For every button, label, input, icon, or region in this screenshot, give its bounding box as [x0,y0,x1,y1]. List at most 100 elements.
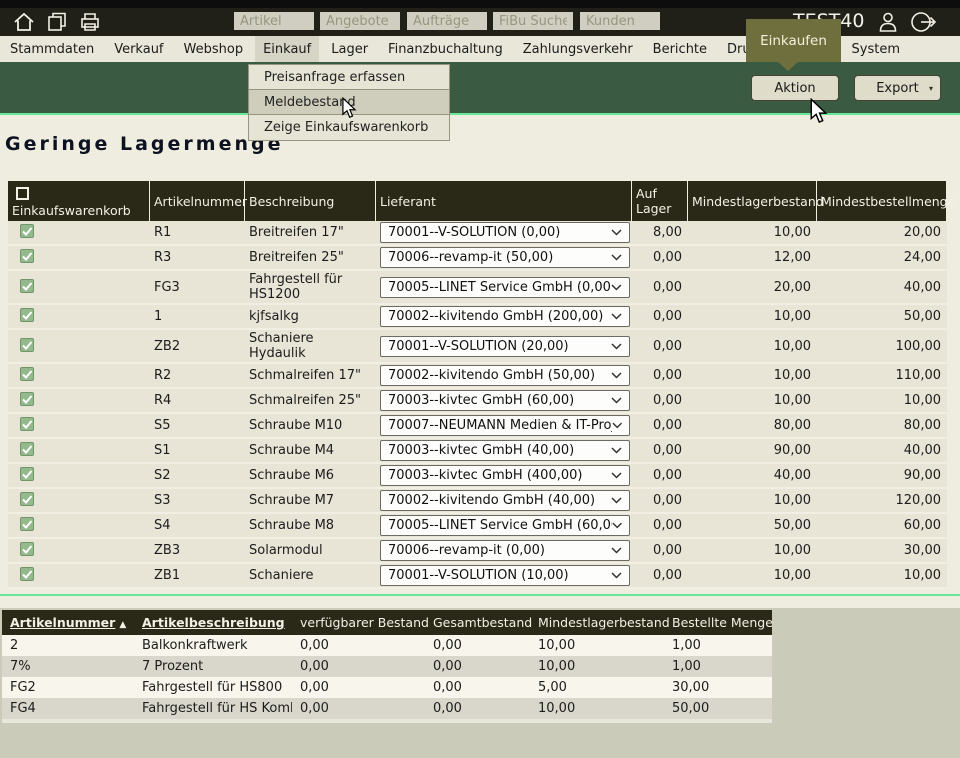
row-checkbox[interactable] [20,308,34,322]
lieferant-select[interactable]: 70005--LINET Service GmbH (0,00) [380,277,630,298]
row-checkbox[interactable] [20,392,34,406]
search-fibu-input[interactable] [493,12,573,30]
lieferant-select[interactable]: 70002--kivitendo GmbH (50,00) [380,365,630,386]
menubar-item[interactable]: Berichte [645,36,715,62]
row-checkbox[interactable] [20,279,34,293]
row-checkbox[interactable] [20,338,34,352]
row-checkbox[interactable] [20,417,34,431]
lieferant-cell: 70007--NEUMANN Medien & IT-Proje [376,414,632,439]
lieferant-cell: 70002--kivitendo GmbH (50,00) [376,364,632,389]
report-header-row: Artikelnummer ▲ Artikelbeschreibung verf… [2,610,772,635]
lieferant-select[interactable]: 70006--revamp-it (50,00) [380,247,630,268]
gesamt-cell: 0,00 [425,635,530,656]
artikelnummer-cell: R1 [150,221,245,246]
gesamt-cell: 0,00 [425,656,530,677]
search-angebote-input[interactable] [320,12,400,30]
report-row: 2 Balkonkraftwerk 0,00 0,00 10,00 1,00 [2,635,772,656]
table-row: S5 Schraube M10 70007--NEUMANN Medien & … [8,414,947,439]
artnr-cell: FG4 [2,698,134,719]
artnr-cell: 7% [2,656,134,677]
menubar-item[interactable]: System [844,36,908,62]
content-bottom-strip [0,596,960,608]
chevron-down-icon: ▾ [929,84,933,93]
auf-lager-cell: 0,00 [632,414,688,439]
mindestlagerbestand-cell: 10,00 [688,364,817,389]
low-stock-table: Einkaufswarenkorb Artikelnummer Beschrei… [8,181,947,589]
search-auftraege-input[interactable] [407,12,487,30]
row-checkbox[interactable] [20,542,34,556]
lieferant-select[interactable]: 70001--V-SOLUTION (10,00) [380,565,630,586]
lieferant-select[interactable]: 70001--V-SOLUTION (20,00) [380,336,630,357]
menubar-item[interactable]: Zahlungsverkehr [515,36,641,62]
copy-icon[interactable] [45,10,69,34]
beschreibung-cell: kjfsalkg [245,305,376,330]
export-button[interactable]: Export▾ [854,75,941,101]
chevron-down-icon [611,547,622,554]
chevron-down-icon [611,447,622,454]
dropdown-menu-item[interactable]: Preisanfrage erfassen [249,65,449,90]
check-icon [21,418,33,430]
row-checkbox[interactable] [20,492,34,506]
menubar-item[interactable]: Verkauf [106,36,171,62]
lieferant-cell: 70002--kivitendo GmbH (40,00) [376,489,632,514]
lieferant-select[interactable]: 70007--NEUMANN Medien & IT-Proje [380,415,630,436]
artikelnummer-cell: R3 [150,246,245,271]
lieferant-cell: 70003--kivtec GmbH (40,00) [376,439,632,464]
lieferant-select[interactable]: 70002--kivitendo GmbH (200,00) [380,306,630,327]
beschreibung-cell: Schaniere Hydaulik [245,330,376,364]
header-artikelnummer-sort: Artikelnummer ▲ [2,610,134,635]
search-kunden-input[interactable] [580,12,660,30]
menubar-item[interactable]: Stammdaten [2,36,102,62]
lieferant-select[interactable]: 70001--V-SOLUTION (0,00) [380,222,630,243]
menubar-item[interactable]: Lager [323,36,376,62]
beschreibung-cell: Schmalreifen 17" [245,364,376,389]
mindestlagerbestand-cell: 40,00 [688,464,817,489]
verfuegbar-cell: 0,00 [292,656,425,677]
select-all-checkbox[interactable] [16,187,29,200]
user-icon[interactable] [876,10,900,34]
search-artikel-input[interactable] [234,12,314,30]
chevron-down-icon [611,572,622,579]
logout-icon[interactable] [910,10,938,34]
check-icon [21,368,33,380]
lieferant-cell: 70005--LINET Service GmbH (0,00) [376,271,632,305]
lieferant-select[interactable]: 70003--kivtec GmbH (40,00) [380,440,630,461]
table-row: S2 Schraube M6 70003--kivtec GmbH (400,0… [8,464,947,489]
table-header-row: Einkaufswarenkorb Artikelnummer Beschrei… [8,181,947,221]
home-icon[interactable] [12,10,36,34]
bestellt-cell: 50,00 [664,698,772,719]
dropdown-menu-item[interactable]: Zeige Einkaufswarenkorb [249,115,449,140]
lieferant-select[interactable]: 70006--revamp-it (0,00) [380,540,630,561]
row-checkbox[interactable] [20,442,34,456]
mindestbestellmenge-cell: 40,00 [817,271,947,305]
table-row: FG3 Fahrgestell für HS1200 70005--LINET … [8,271,947,305]
mouse-cursor [341,97,357,118]
row-checkbox[interactable] [20,367,34,381]
mindestbestellmenge-cell: 110,00 [817,364,947,389]
mindestbestellmenge-cell: 10,00 [817,389,947,414]
menubar-item[interactable]: Einkauf [255,36,319,62]
sort-artikelnummer-link[interactable]: Artikelnummer [10,615,115,630]
check-icon [21,543,33,555]
table-row: S3 Schraube M7 70002--kivitendo GmbH (40… [8,489,947,514]
row-checkbox[interactable] [20,224,34,238]
lieferant-select[interactable]: 70003--kivtec GmbH (60,00) [380,390,630,411]
row-checkbox[interactable] [20,467,34,481]
artikelnummer-cell: S5 [150,414,245,439]
window-top-strip [0,0,960,8]
lieferant-cell: 70001--V-SOLUTION (20,00) [376,330,632,364]
auf-lager-cell: 0,00 [632,564,688,589]
lieferant-select[interactable]: 70003--kivtec GmbH (400,00) [380,465,630,486]
print-icon[interactable] [78,10,102,34]
row-checkbox[interactable] [20,249,34,263]
check-icon [21,568,33,580]
lieferant-select[interactable]: 70005--LINET Service GmbH (60,00) [380,515,630,536]
lieferant-select[interactable]: 70002--kivitendo GmbH (40,00) [380,490,630,511]
row-checkbox[interactable] [20,517,34,531]
chevron-down-icon [612,422,622,429]
menubar-item[interactable]: Finanzbuchaltung [380,36,511,62]
row-checkbox[interactable] [20,567,34,581]
sort-artikelbeschreibung-link[interactable]: Artikelbeschreibung [142,615,285,630]
menubar-item[interactable]: Webshop [176,36,252,62]
auf-lager-cell: 0,00 [632,389,688,414]
